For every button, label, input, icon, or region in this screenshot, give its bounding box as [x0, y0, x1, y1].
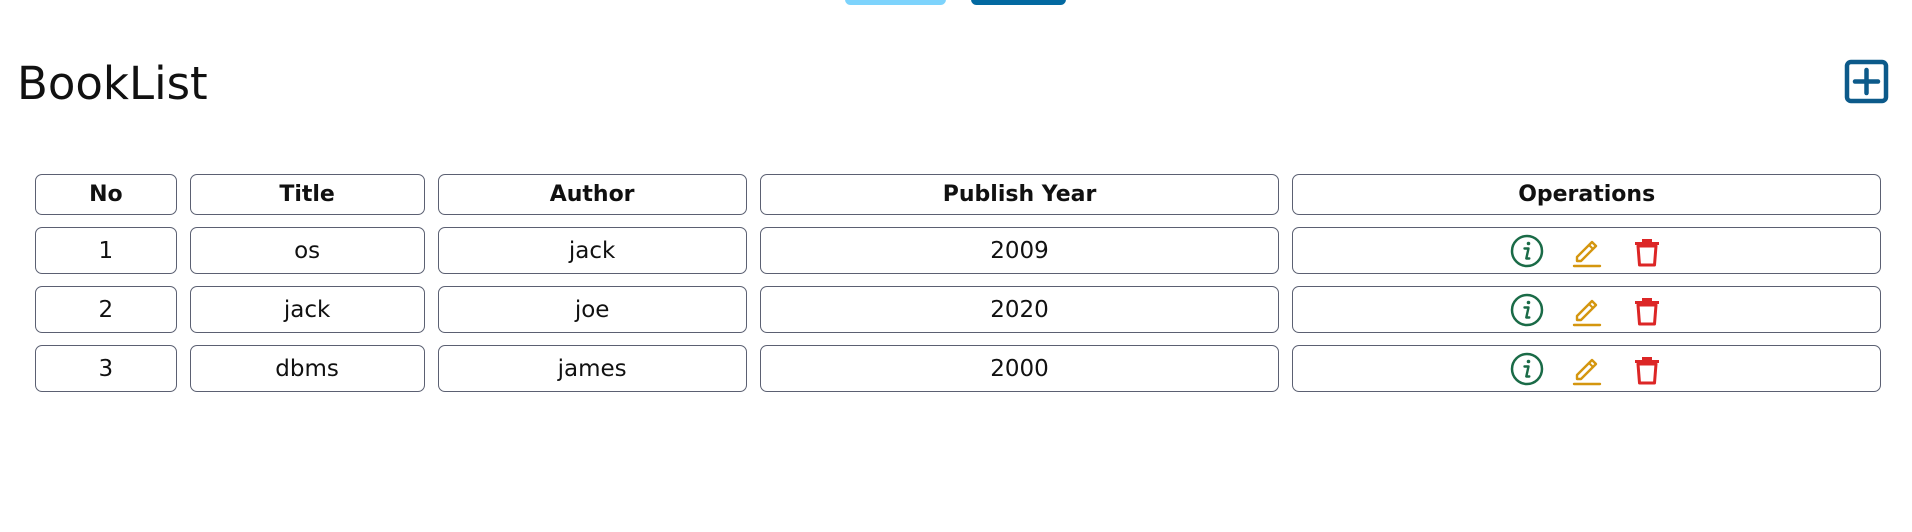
cell-operations — [1292, 345, 1881, 392]
table-header-row: No Title Author Publish Year Operations — [35, 174, 1881, 215]
header-author: Author — [437, 174, 747, 215]
cell-title: jack — [189, 286, 425, 333]
table-row: 3 dbms james 2000 — [35, 345, 1881, 392]
cell-author: james — [437, 345, 747, 392]
delete-icon[interactable] — [1629, 292, 1665, 328]
cell-publish-year: 2000 — [759, 345, 1280, 392]
delete-icon[interactable] — [1629, 351, 1665, 387]
cell-publish-year: 2009 — [759, 227, 1280, 274]
table-row: 2 jack joe 2020 — [35, 286, 1881, 333]
plus-square-icon — [1844, 59, 1889, 104]
table-row: 1 os jack 2009 — [35, 227, 1881, 274]
cell-operations — [1292, 227, 1881, 274]
info-icon[interactable] — [1509, 233, 1545, 269]
cell-author: joe — [437, 286, 747, 333]
top-button-left[interactable] — [845, 0, 946, 5]
header-no: No — [35, 174, 177, 215]
cell-publish-year: 2020 — [759, 286, 1280, 333]
cell-author: jack — [437, 227, 747, 274]
cell-no: 2 — [35, 286, 177, 333]
header-operations: Operations — [1292, 174, 1881, 215]
add-book-button[interactable] — [1844, 59, 1889, 104]
top-button-right[interactable] — [971, 0, 1066, 5]
cell-no: 3 — [35, 345, 177, 392]
cell-no: 1 — [35, 227, 177, 274]
cell-operations — [1292, 286, 1881, 333]
info-icon[interactable] — [1509, 292, 1545, 328]
header-publish-year: Publish Year — [759, 174, 1280, 215]
edit-icon[interactable] — [1569, 292, 1605, 328]
cell-title: dbms — [189, 345, 425, 392]
edit-icon[interactable] — [1569, 351, 1605, 387]
edit-icon[interactable] — [1569, 233, 1605, 269]
book-table: No Title Author Publish Year Operations … — [22, 162, 1894, 404]
header-title: Title — [189, 174, 425, 215]
delete-icon[interactable] — [1629, 233, 1665, 269]
page-title: BookList — [17, 57, 208, 110]
cell-title: os — [189, 227, 425, 274]
info-icon[interactable] — [1509, 351, 1545, 387]
